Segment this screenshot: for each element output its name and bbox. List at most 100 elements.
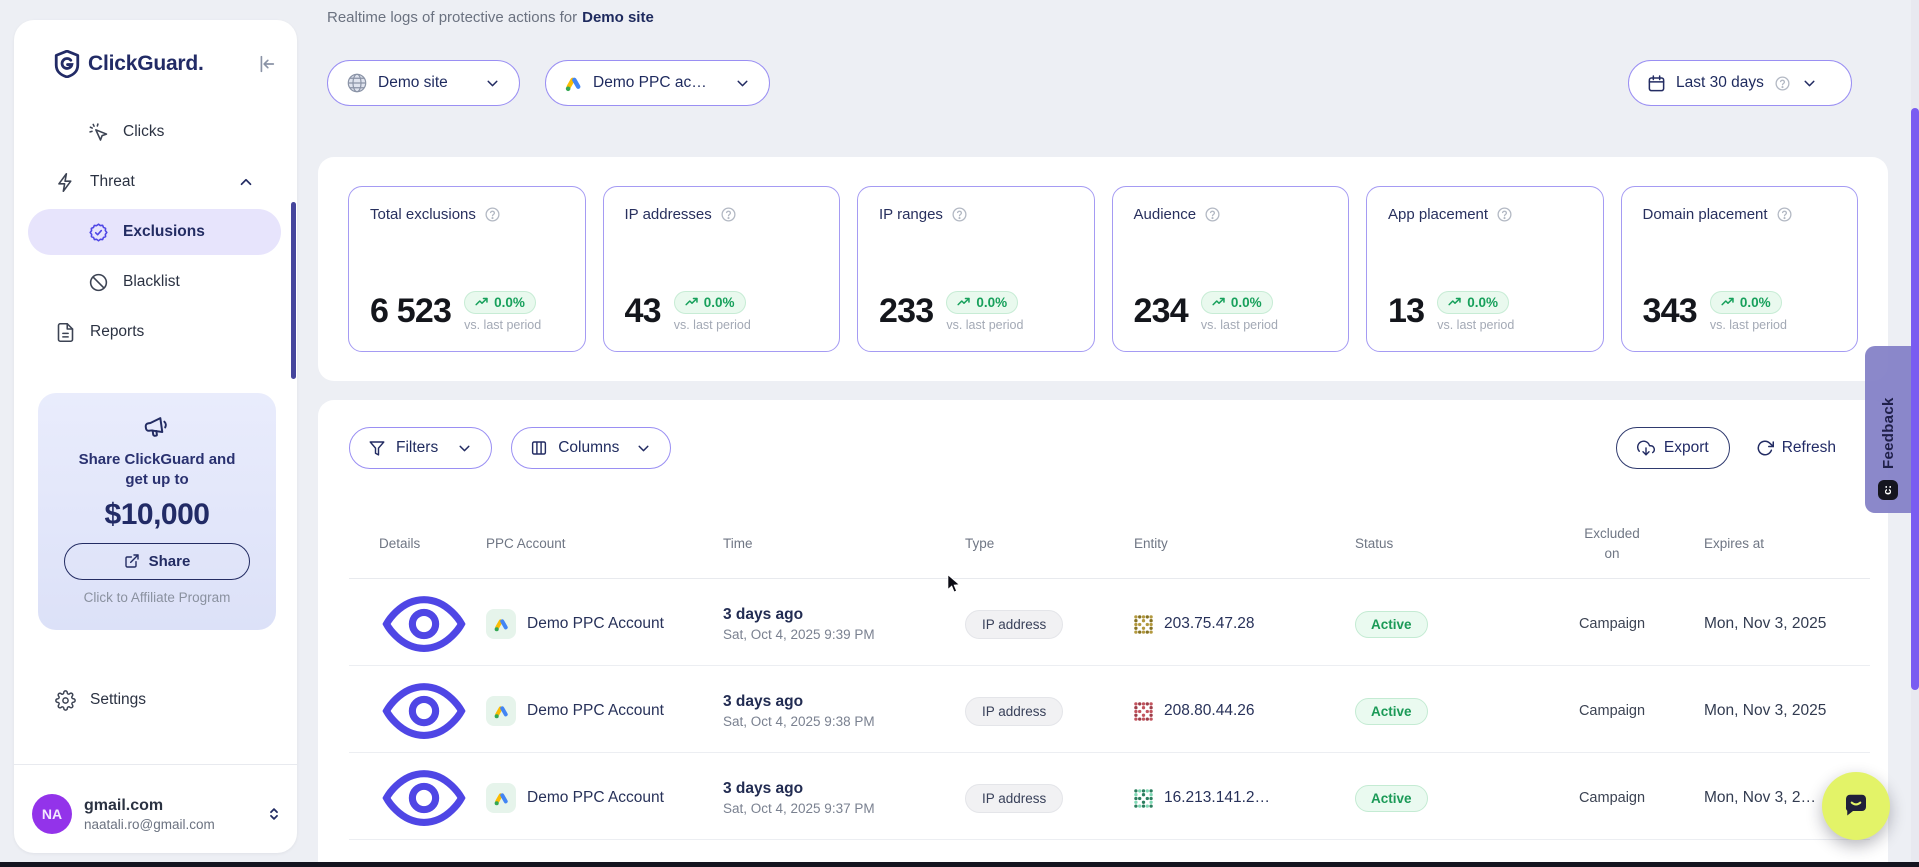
stat-value: 13 [1388, 291, 1424, 331]
details-eye-icon[interactable] [379, 666, 469, 756]
site-selector-value: Demo site [378, 74, 448, 92]
feedback-tab[interactable]: c: Feedback [1865, 346, 1911, 513]
sidebar-nav: Clicks Threat Exclusions Blacklist Reports [28, 109, 281, 355]
sidebar-item-label: Blacklist [123, 273, 180, 291]
trend-up-icon [1721, 295, 1735, 309]
chat-launcher-button[interactable] [1822, 772, 1890, 840]
stat-card-audience: Audience2340.0%vs. last period [1112, 186, 1350, 352]
row-type-badge: IP address [965, 784, 1063, 813]
trend-up-icon [1448, 295, 1462, 309]
details-eye-icon[interactable] [379, 579, 469, 669]
chevron-down-icon [635, 440, 652, 457]
badge-check-icon [88, 222, 109, 243]
brand-name: ClickGuard. [88, 52, 204, 75]
filters-button[interactable]: Filters [349, 427, 492, 469]
stat-delta-badge: 0.0% [464, 291, 536, 314]
help-icon[interactable] [1204, 206, 1221, 223]
ppc-selector-value: Demo PPC ac… [593, 74, 707, 92]
trend-up-icon [475, 295, 489, 309]
stat-card-total-exclusions: Total exclusions6 5230.0%vs. last period [348, 186, 586, 352]
table-row: Demo PPC Account3 days agoSat, Oct 4, 20… [349, 753, 1870, 840]
sidebar-collapse-icon[interactable] [255, 53, 277, 75]
row-time-relative: 3 days ago [723, 780, 965, 798]
external-link-icon [124, 553, 140, 569]
account-email: naatali.ro@gmail.com [84, 817, 215, 832]
row-time-absolute: Sat, Oct 4, 2025 9:38 PM [723, 714, 965, 729]
entity-identicon [1134, 615, 1153, 634]
row-time-relative: 3 days ago [723, 693, 965, 711]
export-button-label: Export [1664, 439, 1709, 457]
stat-caption: vs. last period [1201, 318, 1278, 332]
account-switcher[interactable]: NA gmail.com naatali.ro@gmail.com [32, 782, 283, 846]
refresh-button[interactable]: Refresh [1756, 439, 1836, 457]
export-button[interactable]: Export [1616, 427, 1730, 469]
sidebar-item-clicks[interactable]: Clicks [28, 109, 281, 155]
stat-card-ip-ranges: IP ranges2330.0%vs. last period [857, 186, 1095, 352]
page-scrollbar[interactable] [1911, 108, 1919, 690]
page-subtitle: Realtime logs of protective actions for … [327, 9, 654, 26]
sidebar-item-blacklist[interactable]: Blacklist [28, 259, 281, 305]
row-excluded-on: Campaign [1552, 790, 1672, 806]
ppc-account-selector[interactable]: Demo PPC ac… [545, 60, 770, 106]
row-time-absolute: Sat, Oct 4, 2025 9:39 PM [723, 627, 965, 642]
entity-identicon [1134, 702, 1153, 721]
window-bottom-edge [0, 862, 1919, 867]
help-icon[interactable] [1776, 206, 1793, 223]
feedback-tab-label: Feedback [1880, 397, 1897, 469]
sidebar-item-label: Reports [90, 323, 144, 341]
google-ads-icon [486, 783, 516, 813]
ban-icon [88, 272, 109, 293]
avatar: NA [32, 794, 72, 834]
date-range-selector[interactable]: Last 30 days [1628, 60, 1852, 106]
help-icon[interactable] [951, 206, 968, 223]
site-selector[interactable]: Demo site [327, 60, 520, 106]
app: ClickGuard. Clicks Threat Exclusions Blackl… [0, 0, 1919, 867]
row-ppc-account: Demo PPC Account [527, 702, 664, 720]
sidebar-item-settings[interactable]: Settings [28, 677, 281, 723]
sidebar-scrollbar[interactable] [291, 202, 296, 379]
stat-card-ip-addresses: IP addresses430.0%vs. last period [603, 186, 841, 352]
help-icon[interactable] [1496, 206, 1513, 223]
column-header-type: Type [965, 534, 1132, 554]
google-ads-icon [564, 74, 583, 93]
table-row: Demo PPC Account3 days agoSat, Oct 4, 20… [349, 579, 1870, 666]
promo-amount: $10,000 [105, 498, 210, 532]
stat-delta-badge: 0.0% [1710, 291, 1782, 314]
subtitle-text: Realtime logs of protective actions for [327, 9, 577, 26]
sidebar: ClickGuard. Clicks Threat Exclusions Blackl… [14, 20, 297, 853]
sidebar-item-threat[interactable]: Threat [28, 159, 281, 205]
details-eye-icon[interactable] [379, 753, 469, 843]
date-range-value: Last 30 days [1676, 74, 1764, 92]
help-icon[interactable] [720, 206, 737, 223]
share-button[interactable]: Share [64, 543, 250, 580]
sidebar-item-reports[interactable]: Reports [28, 309, 281, 355]
chevron-updown-icon [265, 805, 283, 823]
chevron-down-icon [1801, 75, 1818, 92]
subtitle-site-name: Demo site [582, 9, 654, 26]
stat-caption: vs. last period [1437, 318, 1514, 332]
account-name: gmail.com [84, 797, 215, 815]
stat-delta-badge: 0.0% [674, 291, 746, 314]
columns-button[interactable]: Columns [511, 427, 671, 469]
row-entity: 203.75.47.28 [1164, 615, 1255, 633]
refresh-icon [1756, 439, 1774, 457]
help-icon[interactable] [484, 206, 501, 223]
column-header-excluded-on: Excluded on [1552, 524, 1672, 563]
column-header-entity: Entity [1132, 534, 1352, 554]
row-status-badge: Active [1355, 785, 1428, 812]
sidebar-item-exclusions[interactable]: Exclusions [28, 209, 281, 255]
stat-caption: vs. last period [1710, 318, 1787, 332]
row-excluded-on: Campaign [1552, 616, 1672, 632]
stat-label: Total exclusions [370, 206, 476, 223]
trend-up-icon [1212, 295, 1226, 309]
row-status-badge: Active [1355, 698, 1428, 725]
cursor-click-icon [88, 122, 109, 143]
stat-value: 234 [1134, 291, 1188, 331]
chevron-up-icon [237, 173, 255, 191]
file-text-icon [55, 322, 76, 343]
help-icon[interactable] [1774, 75, 1791, 92]
sidebar-item-label: Threat [90, 173, 135, 191]
stat-card-app-placement: App placement130.0%vs. last period [1366, 186, 1604, 352]
affiliate-promo-card[interactable]: Share ClickGuard and get up to $10,000 S… [38, 393, 276, 630]
column-header-time: Time [721, 534, 965, 554]
